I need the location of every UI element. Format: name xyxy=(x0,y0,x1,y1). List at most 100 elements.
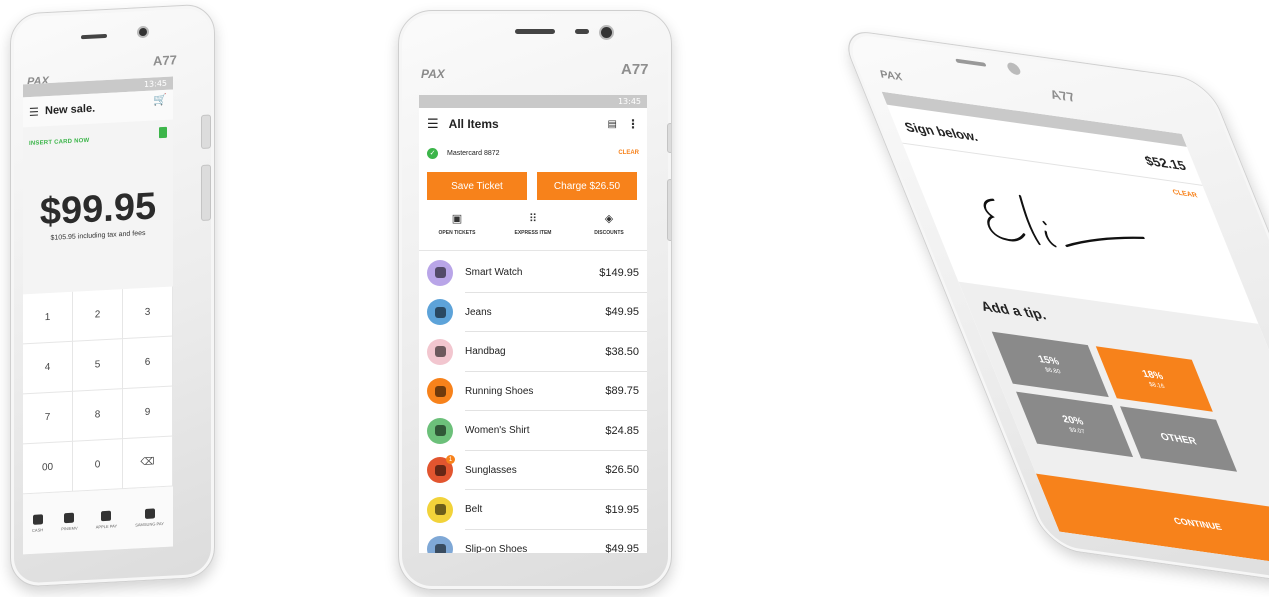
volume-button[interactable] xyxy=(201,164,211,221)
item-thumbnail xyxy=(427,496,453,523)
item-list: Smart Watch $149.95 Jeans $49.95 Handbag $38.… xyxy=(419,253,647,553)
tip-option-15[interactable]: 15% $6.80 xyxy=(991,331,1109,398)
item-image xyxy=(434,543,446,553)
tip-option-20[interactable]: 20% $9.07 xyxy=(1016,391,1134,458)
grid-icon: ⠿ xyxy=(528,213,538,225)
continue-button[interactable]: CONTINUE xyxy=(1035,473,1269,574)
model-label: A77 xyxy=(621,61,649,78)
list-item[interactable]: Smart Watch $149.95 xyxy=(419,253,647,293)
keypad-key[interactable]: 2 xyxy=(73,289,123,342)
keypad-key[interactable]: 00 xyxy=(23,441,73,495)
speaker-grille xyxy=(955,58,987,67)
middle-terminal: PAX A77 13:45 ☰ All Items ▤ ⋮ ✓ Masterca… xyxy=(398,10,672,590)
list-item[interactable]: Handbag $38.50 xyxy=(419,332,647,372)
list-item[interactable]: Slip-on Shoes $49.95 xyxy=(419,530,647,553)
right-terminal-wrapper: PAX A77 Sign below. $52.15 CLEAR Add a t… xyxy=(838,28,1269,597)
right-terminal: PAX A77 Sign below. $52.15 CLEAR Add a t… xyxy=(838,28,1269,597)
total-amount: $52.15 xyxy=(1142,152,1189,174)
item-name: Women's Shirt xyxy=(465,425,530,437)
item-name: Handbag xyxy=(465,346,506,358)
item-image xyxy=(434,267,446,279)
front-camera xyxy=(139,27,147,37)
payment-methods: CASH PIN/EMV APPLE PAY SAMSUNG PAY xyxy=(23,486,173,555)
quantity-badge: 1 xyxy=(446,455,455,465)
tab-open-tickets[interactable]: ▣ OPEN TICKETS xyxy=(422,213,492,250)
side-button[interactable] xyxy=(201,114,211,149)
brand-logo: PAX xyxy=(421,67,445,81)
item-price: $149.95 xyxy=(599,266,639,279)
keypad-key[interactable]: 0 xyxy=(73,439,123,492)
app-bar: ☰ All Items ▤ ⋮ xyxy=(419,108,647,140)
signature-pad[interactable] xyxy=(964,179,1162,273)
item-name: Sunglasses xyxy=(465,464,517,476)
payment-method[interactable]: APPLE PAY xyxy=(95,510,118,530)
keypad-key[interactable]: 7 xyxy=(23,391,73,445)
insert-card-prompt: INSERT CARD NOW xyxy=(29,137,90,148)
item-price: $49.95 xyxy=(605,543,639,553)
item-price: $19.95 xyxy=(605,503,639,516)
keypad-key[interactable]: 8 xyxy=(73,389,123,442)
keypad-key[interactable]: 1 xyxy=(23,291,73,345)
sale-amount: $99.95 xyxy=(39,185,157,234)
volume-button[interactable] xyxy=(667,179,671,241)
tab-discounts[interactable]: ◈ DISCOUNTS xyxy=(574,213,644,250)
hamburger-icon[interactable]: ☰ xyxy=(427,116,439,132)
item-image xyxy=(434,346,446,358)
payment-method[interactable]: PIN/EMV xyxy=(61,512,78,531)
keypad-key[interactable]: 3 xyxy=(123,286,173,340)
keypad-key[interactable]: 9 xyxy=(123,386,173,440)
item-thumbnail xyxy=(427,338,453,365)
item-name: Running Shoes xyxy=(465,385,534,397)
item-image xyxy=(434,385,446,397)
model-label: A77 xyxy=(1047,86,1078,106)
item-image xyxy=(434,425,446,437)
item-thumbnail xyxy=(427,417,453,444)
speaker-grille xyxy=(81,33,107,40)
hamburger-icon[interactable]: ☰ xyxy=(29,105,39,119)
card-icon xyxy=(64,512,75,524)
front-camera xyxy=(601,27,612,38)
list-item[interactable]: Women's Shirt $24.85 xyxy=(419,411,647,451)
keypad-key[interactable]: 5 xyxy=(73,339,123,392)
more-vert-icon[interactable]: ⋮ xyxy=(627,117,639,131)
keypad-key[interactable]: 6 xyxy=(123,336,173,390)
keypad-key[interactable]: ⌫ xyxy=(123,436,173,490)
list-item[interactable]: 1 Sunglasses $26.50 xyxy=(419,451,647,491)
clear-signature-button[interactable]: CLEAR xyxy=(1172,189,1199,199)
front-camera xyxy=(1008,64,1020,74)
check-icon: ✓ xyxy=(427,147,438,159)
item-price: $26.50 xyxy=(605,464,639,477)
item-price: $49.95 xyxy=(605,306,639,319)
payment-label: SAMSUNG PAY xyxy=(135,520,164,528)
tip-option-18[interactable]: 18% $8.16 xyxy=(1095,346,1213,412)
list-item[interactable]: Running Shoes $89.75 xyxy=(419,372,647,412)
list-item[interactable]: Jeans $49.95 xyxy=(419,293,647,333)
keypad-key[interactable]: 4 xyxy=(23,341,73,395)
save-ticket-button[interactable]: Save Ticket xyxy=(427,172,527,200)
tab-express-item[interactable]: ⠿ EXPRESS ITEM xyxy=(498,213,568,250)
payment-method[interactable]: SAMSUNG PAY xyxy=(135,508,164,528)
card-reader-icon xyxy=(159,126,167,139)
payment-label: APPLE PAY xyxy=(95,523,118,530)
ticket-icon: ▣ xyxy=(451,213,463,225)
page-title: All Items xyxy=(448,117,499,131)
item-name: Jeans xyxy=(465,306,492,318)
card-label: Mastercard 8872 xyxy=(447,149,500,157)
item-image xyxy=(434,504,446,516)
samsung-pay-icon xyxy=(144,508,155,519)
cart-icon[interactable]: 🛒 xyxy=(153,93,167,107)
tip-option-other[interactable]: OTHER xyxy=(1120,406,1238,472)
keyboard-icon[interactable]: ▤ xyxy=(608,119,617,130)
qr-icon xyxy=(32,514,43,525)
item-thumbnail xyxy=(427,299,453,326)
sensor xyxy=(575,29,589,34)
model-label: A77 xyxy=(153,52,177,69)
side-button[interactable] xyxy=(667,123,671,153)
tip-area: Add a tip. 15% $6.80 18% $8.16 20% $9.07… xyxy=(958,281,1269,574)
item-name: Smart Watch xyxy=(465,267,523,279)
charge-button[interactable]: Charge $26.50 xyxy=(537,172,637,200)
clear-card-button[interactable]: CLEAR xyxy=(618,150,639,156)
item-thumbnail xyxy=(427,536,453,553)
list-item[interactable]: Belt $19.95 xyxy=(419,490,647,530)
payment-method[interactable]: CASH xyxy=(32,514,43,533)
